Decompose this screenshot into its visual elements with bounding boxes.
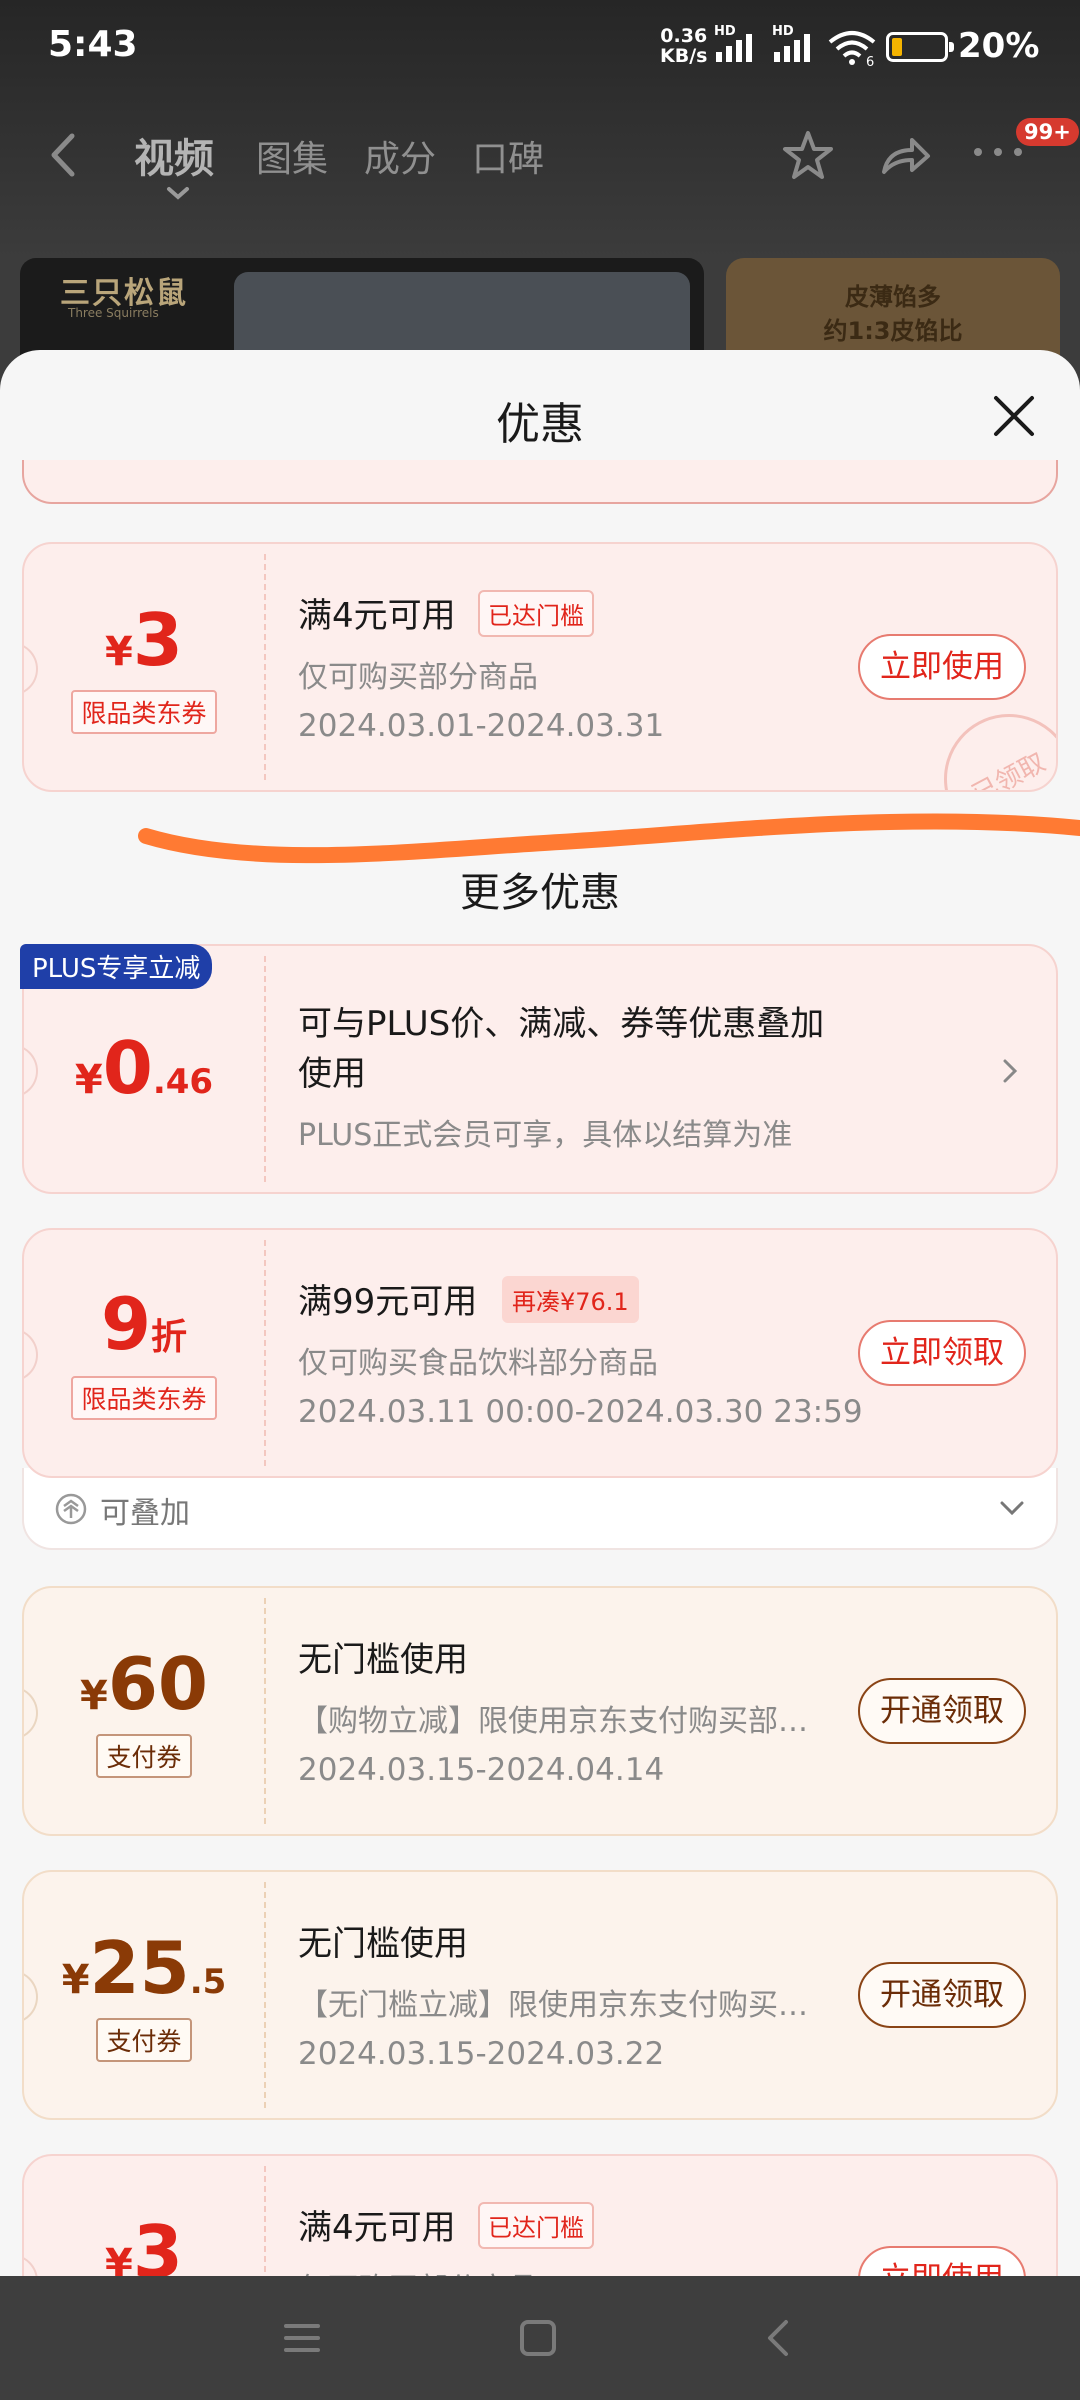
signal-hd-label-2: HD [772,24,794,39]
battery-icon [886,32,954,62]
activate-claim-button[interactable]: 开通领取 [858,1962,1026,2028]
annotation-stroke [138,813,1080,864]
coupon-date: 2024.03.11 00:00-2024.03.30 23:59 [298,1394,863,1430]
status-time: 5:43 [48,24,138,65]
feature-line-2: 约1:3皮馅比 [823,317,963,345]
signal-icon-1: HD [714,24,752,62]
more-icon[interactable] [970,144,1026,160]
coupon-type-tag: 支付券 [96,1734,192,1778]
coupon-threshold-chip: 已达门槛 [478,2202,594,2249]
tab-video[interactable]: 视频 [134,126,214,184]
coupon-threshold-chip: 再凑¥76.1 [502,1276,639,1323]
plus-desc: PLUS正式会员可享，具体以结算为准 [298,1118,793,1153]
back-icon[interactable] [46,130,80,180]
net-speed: 0.36 KB/s [660,26,707,66]
share-icon[interactable] [876,128,932,184]
stackable-row[interactable]: 可叠加 [22,1468,1058,1550]
coupon-card: ¥25.5 支付券 无门槛使用 【无门槛立减】限使用京东支付购买… 2024.0… [22,1870,1058,2120]
back-nav-icon[interactable] [758,2318,798,2358]
message-badge: 99+ [1016,118,1079,146]
coupon-amount: ¥0.46 [74,1026,214,1110]
coupon-title: 满4元可用 [298,2208,456,2248]
coupon-title: 无门槛使用 [298,1640,468,1680]
coupon-divider [264,956,266,1182]
coupon-divider [264,1882,266,2108]
coupon-desc: 【购物立减】限使用京东支付购买部… [298,1704,808,1739]
activate-claim-button[interactable]: 开通领取 [858,1678,1026,1744]
coupon-desc: 仅可购买食品饮料部分商品 [298,1346,658,1381]
wifi-icon: 6 [828,31,876,66]
coupon-card: 9折 限品类东券 满99元可用 再凑¥76.1 仅可购买食品饮料部分商品 202… [22,1228,1058,1478]
battery-fill [892,38,902,56]
tab-ingredients[interactable]: 成分 [364,130,436,182]
coupon-amount: 9折 [100,1282,188,1366]
system-nav-bar [0,2276,1080,2400]
coupon-type-tag: 支付券 [96,2018,192,2062]
feature-line-1: 皮薄馅多 [845,283,941,311]
claim-now-button[interactable]: 立即领取 [858,1320,1026,1386]
coupon-divider [264,1240,266,1466]
coupon-amount: ¥60 [79,1642,209,1726]
product-top-nav: 视频 图集 成分 口碑 99+ [0,118,1080,200]
coupon-divider [264,1598,266,1824]
signal-hd-label-1: HD [714,24,736,39]
coupon-date: 2024.03.15-2024.04.14 [298,1752,665,1788]
menu-icon[interactable] [282,2318,322,2358]
wifi-label: 6 [866,55,874,66]
coupon-desc: 【无门槛立减】限使用京东支付购买… [298,1988,808,2023]
coupon-title: 无门槛使用 [298,1924,468,1964]
coupon-card: ¥60 支付券 无门槛使用 【购物立减】限使用京东支付购买部… 2024.03.… [22,1586,1058,1836]
star-icon[interactable] [780,128,836,184]
discount-sheet: 优惠 ¥3 限品类东券 满4元可用 已达门槛 仅可购买部分商品 2024.03.… [0,350,1080,2400]
status-bar: 5:43 0.36 KB/s HD HD 6 20% [0,0,1080,92]
brand-logo-sub: Three Squirrels [68,306,159,320]
coupon-date: 2024.03.15-2024.03.22 [298,2036,665,2072]
net-speed-value: 0.36 [660,25,708,47]
tab-reviews[interactable]: 口碑 [472,130,544,182]
plus-title-line-2: 使用 [298,1054,366,1094]
stack-icon [55,1493,87,1525]
plus-exclusive-tag: PLUS专享立减 [20,944,213,989]
chevron-right-icon [1003,1059,1018,1083]
stackable-label: 可叠加 [100,1496,190,1531]
coupon-title: 满99元可用 [298,1282,478,1322]
coupon-amount: ¥25.5 [61,1926,227,2010]
home-icon[interactable] [518,2318,558,2358]
coupon-type-tag: 限品类东券 [71,1376,217,1420]
tab-active-indicator [167,187,189,200]
net-speed-unit: KB/s [660,45,708,67]
more-discounts-title: 更多优惠 [460,870,620,916]
chevron-down-icon[interactable] [998,1498,1026,1518]
signal-icon-2: HD [772,24,810,62]
plus-title-line-1: 可与PLUS价、满减、券等优惠叠加 [298,1004,825,1044]
tab-gallery[interactable]: 图集 [256,130,328,182]
battery-percent: 20% [958,26,1040,66]
